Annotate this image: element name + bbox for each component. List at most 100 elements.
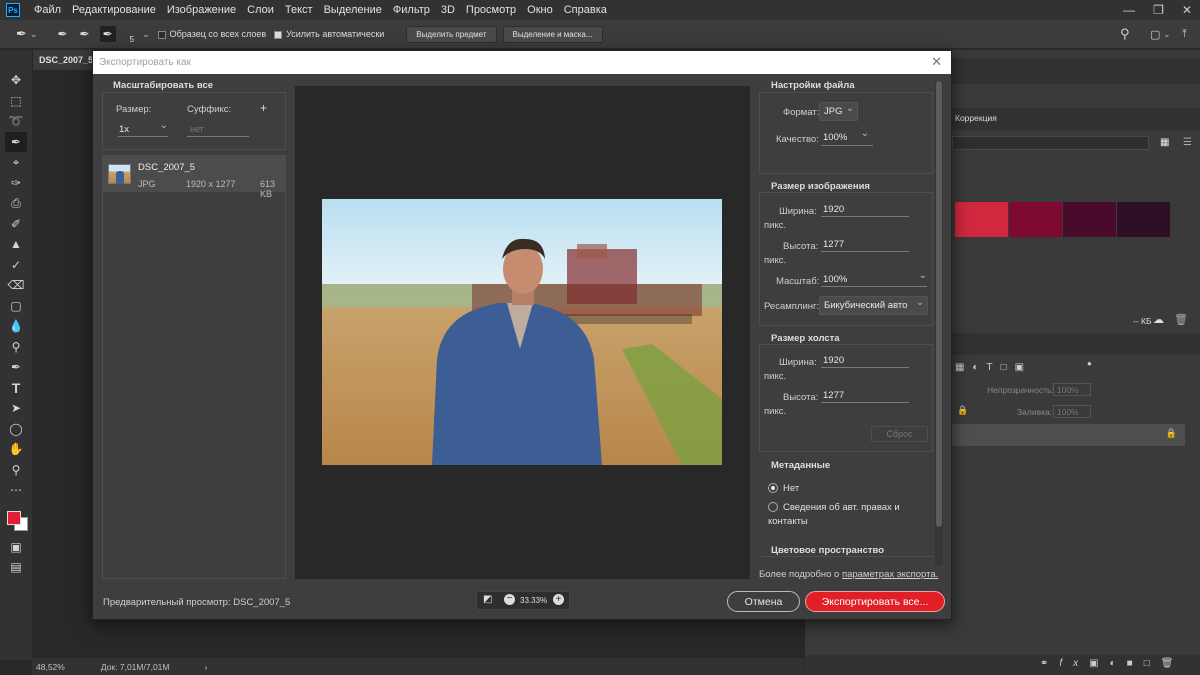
- crop-tool-icon[interactable]: ⌖: [5, 152, 27, 172]
- suffix-input[interactable]: нет: [187, 124, 249, 137]
- brush-size-value[interactable]: 5: [130, 35, 134, 44]
- subtract-selection-brush-icon[interactable]: ✒: [99, 26, 116, 42]
- chevron-down-icon[interactable]: ⌄: [142, 29, 150, 40]
- scale-input[interactable]: 100% ⌄: [821, 270, 927, 287]
- swatch-1[interactable]: [955, 202, 1008, 237]
- asset-item[interactable]: DSC_2007_5 JPG 1920 x 1277 613 KB: [102, 156, 286, 199]
- minimize-icon[interactable]: —: [1123, 3, 1135, 17]
- menu-image[interactable]: Изображение: [167, 4, 236, 16]
- layer-row[interactable]: 🔒: [952, 424, 1185, 446]
- move-tool-icon[interactable]: ✥: [5, 70, 27, 90]
- shape-tool-icon[interactable]: ◯: [5, 419, 27, 439]
- select-and-mask-button[interactable]: Выделение и маска...: [502, 25, 603, 43]
- swatch-4[interactable]: [1117, 202, 1170, 237]
- foreground-color-swatch[interactable]: [7, 510, 21, 525]
- fill-value[interactable]: 100%: [1053, 405, 1091, 418]
- type-tool-icon[interactable]: T: [5, 378, 27, 398]
- marquee-tool-icon[interactable]: ⬚: [5, 91, 27, 111]
- grid-view-icon[interactable]: ▦: [1160, 137, 1169, 148]
- chevron-down-icon[interactable]: ⌄: [1163, 29, 1171, 40]
- auto-enhance-checkbox[interactable]: Усилить автоматически: [274, 29, 384, 39]
- zoom-in-icon[interactable]: +: [553, 594, 564, 605]
- menu-3d[interactable]: 3D: [441, 4, 455, 16]
- close-window-icon[interactable]: ✕: [1182, 3, 1192, 17]
- filter-toggle-icon[interactable]: ●: [1087, 359, 1092, 368]
- menu-select[interactable]: Выделение: [324, 4, 382, 16]
- zoom-out-icon[interactable]: −: [504, 594, 515, 605]
- quick-selection-tool-icon[interactable]: ✒: [5, 131, 27, 152]
- metadata-none-radio[interactable]: Нет: [768, 483, 799, 494]
- menu-filter[interactable]: Фильтр: [393, 4, 430, 16]
- size-select[interactable]: 1x ⌄: [118, 120, 168, 137]
- quick-selection-tool-icon[interactable]: ✒: [16, 26, 27, 42]
- path-selection-tool-icon[interactable]: ➤: [5, 398, 27, 418]
- history-brush-tool-icon[interactable]: ✓: [5, 255, 27, 275]
- trash-icon[interactable]: 🗑: [1174, 313, 1188, 326]
- brush-tool-icon[interactable]: ✐: [5, 214, 27, 234]
- export-all-button[interactable]: Экспортировать все...: [805, 591, 945, 612]
- document-tab[interactable]: DSC_2007_5.: [33, 50, 93, 70]
- gradient-tool-icon[interactable]: ▢: [5, 296, 27, 316]
- image-height-input[interactable]: 1277: [821, 239, 909, 252]
- cancel-button[interactable]: Отмена: [727, 591, 800, 612]
- eyedropper-tool-icon[interactable]: ✑: [5, 173, 27, 193]
- select-subject-button[interactable]: Выделить предмет: [406, 25, 497, 43]
- format-select[interactable]: JPG ⌄: [819, 102, 858, 121]
- opacity-value[interactable]: 100%: [1053, 383, 1091, 396]
- format-label: Формат:: [783, 107, 820, 118]
- export-settings-link[interactable]: параметрах экспорта.: [842, 569, 938, 580]
- add-scale-icon[interactable]: +: [260, 101, 267, 115]
- menu-help[interactable]: Справка: [564, 4, 607, 16]
- zoom-level[interactable]: 48,52%: [36, 662, 65, 672]
- color-swatches[interactable]: [4, 503, 28, 531]
- workspace-icon[interactable]: ▢: [1150, 28, 1160, 41]
- healing-brush-tool-icon[interactable]: ⎙: [5, 193, 27, 213]
- quality-input[interactable]: 100% ⌄: [821, 128, 873, 146]
- chevron-right-icon[interactable]: ›: [204, 662, 207, 672]
- screen-mode-icon[interactable]: ▤: [5, 557, 27, 577]
- fit-view-icon[interactable]: ◩: [483, 594, 492, 605]
- layer-filter-icons[interactable]: ▦◐T□▣: [955, 362, 1032, 373]
- chevron-down-icon[interactable]: ⌄: [30, 29, 38, 40]
- new-selection-brush-icon[interactable]: ✒: [57, 27, 67, 41]
- reset-button[interactable]: Сброс: [871, 426, 928, 442]
- swatch-2[interactable]: [1009, 202, 1062, 237]
- library-size-label: -- КБ: [1133, 316, 1152, 326]
- search-icon[interactable]: ⚲: [1120, 26, 1130, 42]
- clone-stamp-tool-icon[interactable]: ▲: [5, 234, 27, 254]
- settings-scrollbar[interactable]: [935, 81, 943, 565]
- canvas-width-input[interactable]: 1920: [821, 355, 909, 368]
- more-tools-icon[interactable]: ⋯: [5, 480, 27, 500]
- swatch-3[interactable]: [1063, 202, 1116, 237]
- menu-file[interactable]: Файл: [34, 4, 61, 16]
- quick-mask-icon[interactable]: ▣: [5, 537, 27, 557]
- menu-view[interactable]: Просмотр: [466, 4, 516, 16]
- canvas-height-input[interactable]: 1277: [821, 390, 909, 403]
- sample-all-layers-checkbox[interactable]: Образец со всех слоев: [157, 29, 266, 39]
- menu-edit[interactable]: Редактирование: [72, 4, 156, 16]
- eraser-tool-icon[interactable]: ⌫: [5, 275, 27, 295]
- lock-icon[interactable]: 🔒: [957, 405, 968, 416]
- lasso-tool-icon[interactable]: ➰: [5, 111, 27, 131]
- swatch-search-field[interactable]: [952, 136, 1149, 150]
- menu-layers[interactable]: Слои: [247, 4, 274, 16]
- pen-tool-icon[interactable]: ✒: [5, 357, 27, 377]
- list-view-icon[interactable]: ☰: [1183, 137, 1192, 148]
- layer-bottom-icons[interactable]: ⚭fx▣◐■□🗑: [1040, 658, 1184, 669]
- image-width-input[interactable]: 1920: [821, 204, 909, 217]
- preview-area[interactable]: [295, 86, 750, 579]
- add-selection-brush-icon[interactable]: ✒: [80, 27, 90, 41]
- scrollbar-thumb[interactable]: [936, 81, 942, 527]
- share-icon[interactable]: ⤒: [1182, 28, 1187, 41]
- maximize-icon[interactable]: ❐: [1153, 3, 1164, 17]
- close-icon[interactable]: ✕: [931, 54, 942, 70]
- hand-tool-icon[interactable]: ✋: [5, 439, 27, 459]
- metadata-copyright-radio[interactable]: Сведения об авт. правах и контакты: [768, 501, 918, 529]
- resample-select[interactable]: Бикубический авто ⌄: [819, 296, 928, 315]
- menu-window[interactable]: Окно: [527, 4, 553, 16]
- blur-tool-icon[interactable]: 💧: [5, 316, 27, 336]
- menu-type[interactable]: Текст: [285, 4, 313, 16]
- tab-correction[interactable]: Коррекция: [955, 113, 997, 123]
- zoom-tool-icon[interactable]: ⚲: [5, 460, 27, 480]
- dodge-tool-icon[interactable]: ⚲: [5, 337, 27, 357]
